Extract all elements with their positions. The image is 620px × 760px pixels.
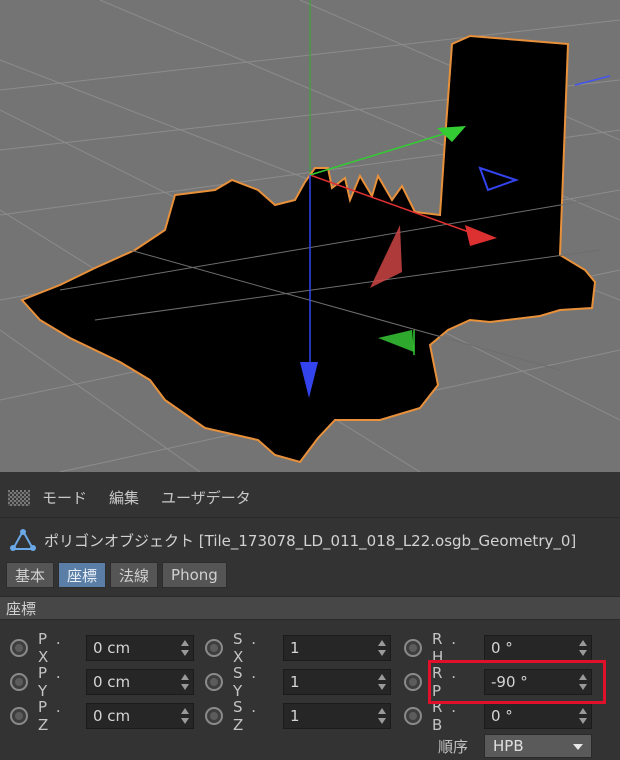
anim-toggle-sz[interactable]: [205, 707, 223, 725]
coord-row-2: P . Y 0 cm S . Y 1 R . P -90 °: [0, 664, 620, 700]
label-sz: S . Z: [233, 698, 259, 734]
sx-field[interactable]: 1: [283, 635, 391, 661]
rp-stepper-icon[interactable]: [579, 674, 587, 690]
px-value: 0 cm: [93, 639, 131, 657]
anim-toggle-rb[interactable]: [404, 707, 422, 725]
anim-toggle-sy[interactable]: [205, 673, 223, 691]
label-rh: R . H: [432, 630, 458, 666]
py-stepper-icon[interactable]: [181, 674, 189, 690]
world-axis-icon: [574, 75, 611, 86]
coord-row-1: P . X 0 cm S . X 1 R . H 0 °: [0, 630, 620, 666]
sz-stepper-icon[interactable]: [378, 708, 386, 724]
rb-field[interactable]: 0 °: [484, 703, 592, 729]
polygon-object-icon: [10, 528, 36, 551]
polygon-object[interactable]: [20, 34, 597, 464]
rb-value: 0 °: [491, 707, 513, 725]
object-header: ポリゴンオブジェクト [Tile_173078_LD_011_018_L22.o…: [0, 522, 620, 558]
anim-toggle-sx[interactable]: [205, 639, 223, 657]
rotation-order-value: HPB: [493, 737, 524, 755]
sz-value: 1: [290, 707, 300, 725]
anim-toggle-pz[interactable]: [10, 707, 28, 725]
sy-stepper-icon[interactable]: [378, 674, 386, 690]
py-field[interactable]: 0 cm: [86, 669, 194, 695]
menu-mode[interactable]: モード: [42, 487, 87, 508]
section-coordinates: 座標: [0, 596, 620, 620]
rh-stepper-icon[interactable]: [579, 640, 587, 656]
tab-normal[interactable]: 法線: [110, 562, 159, 588]
tab-coordinates[interactable]: 座標: [58, 562, 107, 588]
anim-toggle-px[interactable]: [10, 639, 28, 657]
panel-grip-icon[interactable]: [8, 489, 30, 506]
px-field[interactable]: 0 cm: [86, 635, 194, 661]
rh-field[interactable]: 0 °: [484, 635, 592, 661]
rp-field[interactable]: -90 °: [484, 669, 592, 695]
label-rb: R . B: [432, 698, 458, 734]
menu-userdata[interactable]: ユーザデータ: [161, 487, 251, 508]
viewport-scene: [0, 0, 620, 472]
coord-row-3: P . Z 0 cm S . Z 1 R . B 0 °: [0, 698, 620, 734]
3d-viewport[interactable]: [0, 0, 620, 472]
sx-stepper-icon[interactable]: [378, 640, 386, 656]
attribute-tabs: 基本 座標 法線 Phong: [6, 562, 227, 588]
sz-field[interactable]: 1: [283, 703, 391, 729]
py-value: 0 cm: [93, 673, 131, 691]
pz-stepper-icon[interactable]: [181, 708, 189, 724]
rh-value: 0 °: [491, 639, 513, 657]
px-stepper-icon[interactable]: [181, 640, 189, 656]
menu-edit[interactable]: 編集: [109, 487, 139, 508]
rb-stepper-icon[interactable]: [579, 708, 587, 724]
tab-phong[interactable]: Phong: [162, 562, 227, 588]
anim-toggle-rp[interactable]: [404, 673, 422, 691]
rotation-order-select[interactable]: HPB: [484, 734, 592, 758]
sx-value: 1: [290, 639, 300, 657]
label-rp: R . P: [432, 664, 458, 700]
attributes-menubar: モード 編集 ユーザデータ: [0, 478, 620, 518]
label-px: P . X: [38, 630, 63, 666]
y-axis-handle-line: [309, 131, 451, 176]
anim-toggle-py[interactable]: [10, 673, 28, 691]
object-title: ポリゴンオブジェクト [Tile_173078_LD_011_018_L22.o…: [44, 531, 577, 550]
label-py: P . Y: [38, 664, 63, 700]
sy-value: 1: [290, 673, 300, 691]
dropdown-caret-icon: [573, 744, 583, 750]
anim-toggle-rh[interactable]: [404, 639, 422, 657]
sy-field[interactable]: 1: [283, 669, 391, 695]
pz-value: 0 cm: [93, 707, 131, 725]
rp-value: -90 °: [491, 673, 528, 691]
label-sy: S . Y: [233, 664, 259, 700]
pz-field[interactable]: 0 cm: [86, 703, 194, 729]
tab-basic[interactable]: 基本: [6, 562, 55, 588]
label-sx: S . X: [233, 630, 259, 666]
label-pz: P . Z: [38, 698, 63, 734]
